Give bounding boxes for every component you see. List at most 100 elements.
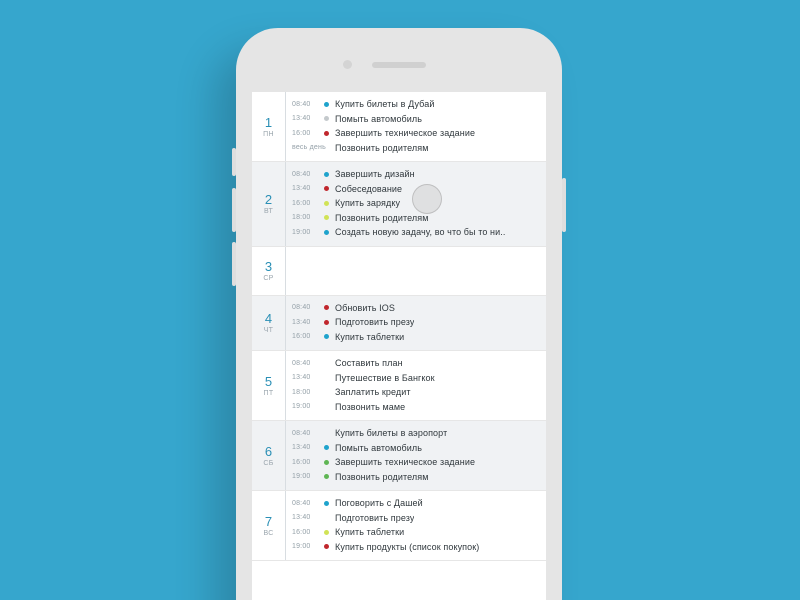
task-color-dot-icon [324,361,329,366]
task-title: Завершить техническое задание [335,128,475,138]
task-title: Завершить техническое задание [335,457,475,467]
task-color-dot-icon [324,305,329,310]
task-row[interactable]: 13:40Путешествие в Бангкок [292,371,540,386]
task-time: 19:00 [292,543,318,550]
task-time: 19:00 [292,229,318,236]
task-title: Купить таблетки [335,332,404,342]
day-row[interactable]: 2 ВТ 08:40Завершить дизайн 13:40 Собеседован… [252,162,546,247]
mute-switch [232,148,236,176]
app-screen[interactable]: 1ПН 08:40Купить билеты в Дубай 13:40 Помыть… [252,92,546,600]
task-row[interactable]: 08:40 Составить план [292,356,540,371]
task-color-dot-icon [324,530,329,535]
task-row[interactable]: 19:00 Купить продукты (список покупок) [292,540,540,555]
task-time: 13:40 [292,374,318,381]
day-list[interactable]: 1ПН 08:40Купить билеты в Дубай 13:40 Помыть… [252,92,546,561]
task-title: Подготовить презу [335,513,414,523]
task-row[interactable]: 08:40Завершить дизайн [292,167,540,182]
task-time: 16:00 [292,333,318,340]
task-color-dot-icon [324,445,329,450]
task-color-dot-icon [324,404,329,409]
task-row[interactable]: 08:40Купить билеты в Дубай [292,97,540,112]
day-number: 3 [265,260,272,273]
task-row[interactable]: 08:40Поговорить с Дашей [292,496,540,511]
task-time: 16:00 [292,459,318,466]
task-row[interactable]: 16:00 Завершить техническое задание [292,126,540,141]
task-row[interactable]: 13:40Подготовить презу [292,315,540,330]
task-time: 16:00 [292,130,318,137]
day-date-cell[interactable]: 4ЧТ [252,296,286,351]
task-time: 08:40 [292,101,318,108]
task-title: Позвонить родителям [335,213,429,223]
day-tasks: 08:40 Составить план 13:40Путешествие в Ба… [286,351,546,420]
task-row[interactable]: 13:40 Подготовить презу [292,511,540,526]
task-row[interactable]: 16:00 Завершить техническое задание [292,455,540,470]
day-date-cell[interactable]: 3 СР [252,247,286,295]
task-color-dot-icon [324,320,329,325]
task-title: Помыть автомобиль [335,443,422,453]
day-row[interactable]: 3 СР [252,247,546,296]
day-date-cell[interactable]: 1ПН [252,92,286,161]
day-number: 2 [265,193,272,206]
task-time: 16:00 [292,529,318,536]
day-weekday: ЧТ [264,327,274,334]
task-row[interactable]: 16:00Купить зарядку [292,196,540,211]
task-title: Завершить дизайн [335,169,415,179]
day-date-cell[interactable]: 5ПТ [252,351,286,420]
day-row[interactable]: 4ЧТ 08:40 Обновить IOS 13:40Подготовить пре… [252,296,546,352]
day-date-cell[interactable]: 6СБ [252,421,286,490]
task-title: Обновить IOS [335,303,395,313]
volume-up-btn [232,188,236,232]
task-time: весь день [292,144,318,151]
task-row[interactable]: 16:00Купить таблетки [292,525,540,540]
day-date-cell[interactable]: 7ВС [252,491,286,560]
day-row[interactable]: 6СБ 08:40Купить билеты в аэропорт 13:40 Пом… [252,421,546,491]
day-row[interactable]: 7ВС 08:40Поговорить с Дашей 13:40 Подготови… [252,491,546,561]
task-title: Собеседование [335,184,402,194]
task-row[interactable]: 08:40 Обновить IOS [292,301,540,316]
day-row[interactable]: 5ПТ 08:40 Составить план 13:40Путешествие в… [252,351,546,421]
task-time: 19:00 [292,473,318,480]
task-row[interactable]: 13:40 Собеседование [292,182,540,197]
task-row[interactable]: 19:00 Создать новую задачу, во что бы то … [292,225,540,240]
day-weekday: ПТ [264,390,274,397]
day-weekday: СР [263,275,273,282]
task-title: Позвонить родителям [335,143,429,153]
task-row[interactable]: 18:00Позвонить родителям [292,211,540,226]
day-tasks: 08:40Купить билеты в аэропорт 13:40 Помыть… [286,421,546,490]
task-row[interactable]: 13:40 Помыть автомобиль [292,441,540,456]
task-time: 08:40 [292,304,318,311]
task-title: Создать новую задачу, во что бы то ни.. [335,227,505,237]
day-date-cell[interactable]: 2 ВТ [252,162,286,246]
task-color-dot-icon [324,460,329,465]
task-color-dot-icon [324,334,329,339]
task-row[interactable]: 16:00 Купить таблетки [292,330,540,345]
task-time: 13:40 [292,185,318,192]
power-btn [562,178,566,232]
task-time: 18:00 [292,389,318,396]
task-time: 13:40 [292,115,318,122]
task-time: 13:40 [292,514,318,521]
task-row[interactable]: 13:40Помыть автомобиль [292,112,540,127]
task-row[interactable]: весь день Позвонить родителям [292,141,540,156]
task-title: Позвонить родителям [335,472,429,482]
task-time: 19:00 [292,403,318,410]
task-row[interactable]: 18:00 Заплатить кредит [292,385,540,400]
task-color-dot-icon [324,116,329,121]
task-time: 08:40 [292,360,318,367]
day-row[interactable]: 1ПН 08:40Купить билеты в Дубай13:40Помыть… [252,92,546,162]
task-color-dot-icon [324,515,329,520]
task-title: Подготовить презу [335,317,414,327]
task-title: Заплатить кредит [335,387,411,397]
task-color-dot-icon [324,215,329,220]
day-weekday: ВТ [264,208,273,215]
day-tasks: 08:40Поговорить с Дашей 13:40 Подготовить … [286,491,546,560]
day-weekday: ВС [263,530,273,537]
task-row[interactable]: 08:40Купить билеты в аэропорт [292,426,540,441]
task-color-dot-icon [324,501,329,506]
task-time: 16:00 [292,200,318,207]
task-row[interactable]: 19:00 Позвонить родителям [292,470,540,485]
task-title: Купить продукты (список покупок) [335,542,479,552]
task-row[interactable]: 19:00Позвонить маме [292,400,540,415]
task-title: Составить план [335,358,403,368]
task-time: 13:40 [292,444,318,451]
